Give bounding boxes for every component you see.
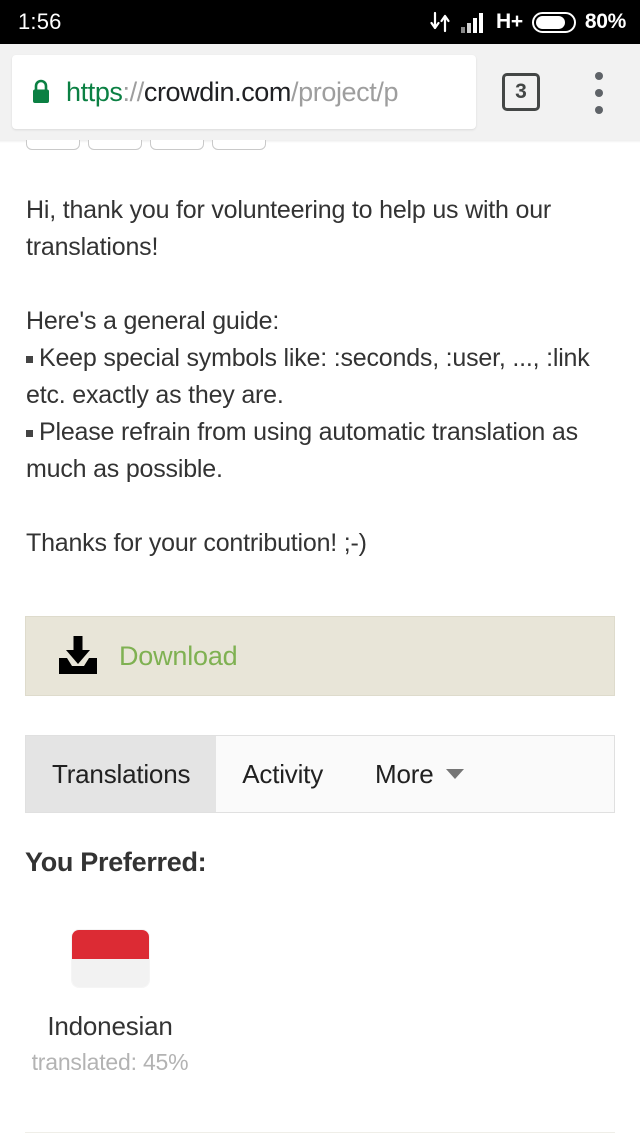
project-description: Hi, thank you for volunteering to help u…	[26, 192, 616, 562]
address-bar[interactable]: https://crowdin.com/project/p	[12, 55, 476, 129]
clipped-button-row	[26, 140, 266, 150]
status-clock: 1:56	[18, 9, 62, 34]
web-page-content: Hi, thank you for volunteering to help u…	[0, 140, 640, 1138]
tab-activity[interactable]: Activity	[216, 736, 349, 812]
tab-translations[interactable]: Translations	[26, 736, 217, 812]
url-path: /project/p	[291, 76, 399, 107]
flag-indonesia-icon	[71, 930, 149, 987]
description-paragraph: Here's a general guide:	[26, 307, 280, 335]
battery-icon	[531, 11, 576, 33]
download-icon	[59, 636, 97, 674]
url-host: crowdin.com	[143, 76, 292, 107]
battery-percent-label: 80%	[584, 10, 626, 33]
url-text: https://crowdin.com/project/p	[66, 77, 398, 108]
download-label: Download	[119, 640, 238, 671]
bullet-icon	[26, 356, 33, 363]
guide-bullet-text: Please refrain from using automatic tran…	[26, 418, 578, 483]
tab-more[interactable]: More	[349, 736, 490, 812]
preferred-heading: You Preferred:	[25, 847, 207, 877]
tab-label: Activity	[242, 758, 324, 789]
lock-icon	[33, 79, 49, 103]
guide-bullet-text: Keep special symbols like: :seconds, :us…	[26, 344, 590, 409]
download-button[interactable]: Download	[25, 616, 615, 696]
data-transfer-icon	[430, 11, 450, 33]
tab-label: Translations	[52, 758, 191, 789]
clipped-button[interactable]	[212, 140, 266, 150]
browser-toolbar: https://crowdin.com/project/p 3	[0, 44, 640, 140]
bullet-icon	[26, 430, 33, 437]
clipped-button[interactable]	[26, 140, 80, 150]
tab-label: More	[375, 758, 434, 789]
network-type-label: H+	[496, 10, 523, 33]
url-separator: ://	[122, 76, 145, 107]
clipped-button[interactable]	[88, 140, 142, 150]
description-paragraph: Hi, thank you for volunteering to help u…	[26, 196, 552, 261]
status-indicators: H+ 80%	[430, 10, 626, 34]
three-dot-menu-icon[interactable]	[589, 72, 609, 114]
description-paragraph: Thanks for your contribution! ;-)	[26, 529, 367, 557]
tab-counter-button[interactable]: 3	[502, 73, 540, 111]
language-name: Indonesian	[47, 1011, 173, 1041]
language-progress: translated: 45%	[31, 1049, 189, 1075]
clipped-button[interactable]	[150, 140, 204, 150]
section-divider	[25, 1132, 615, 1133]
chevron-down-icon	[446, 769, 465, 779]
url-scheme: https	[66, 76, 123, 107]
signal-bars-icon	[461, 13, 484, 33]
content-tabbar: Translations Activity More	[25, 735, 615, 813]
tab-count-label: 3	[515, 80, 527, 103]
language-card-indonesian[interactable]: Indonesian translated: 45%	[25, 930, 195, 1076]
guide-bullet-item: Please refrain from using automatic tran…	[26, 414, 616, 488]
status-bar: 1:56 H+ 80%	[0, 0, 640, 44]
guide-bullet-item: Keep special symbols like: :seconds, :us…	[26, 340, 616, 414]
